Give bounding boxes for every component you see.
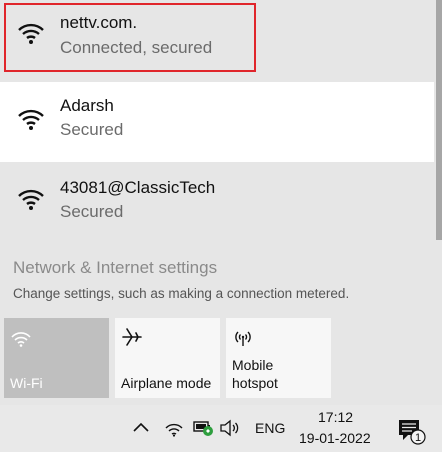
tile-label-line1: Mobile [232,357,274,373]
tile-label: Airplane mode [121,375,212,391]
language-indicator[interactable]: ENG [255,420,285,436]
airplane-mode-tile[interactable]: Airplane mode [115,318,220,398]
airplane-icon [122,328,142,346]
wifi-toggle-tile[interactable]: Wi-Fi [4,318,109,398]
wifi-tray-icon[interactable] [164,419,184,437]
wifi-signal-icon [18,109,44,130]
tile-label: Wi-Fi [10,375,43,391]
network-item-adarsh[interactable]: Adarsh Secured [0,82,434,162]
hotspot-icon [235,331,251,346]
volume-icon[interactable] [219,418,241,438]
network-status: Secured [60,202,124,221]
network-settings-description: Change settings, such as making a connec… [13,286,350,301]
taskbar: ENG 17:12 19-01-2022 1 [0,405,442,452]
mobile-hotspot-tile[interactable]: Mobile hotspot [226,318,331,398]
scrollbar[interactable] [436,0,442,240]
notification-center-icon[interactable]: 1 [396,415,426,445]
wifi-signal-icon [18,23,44,44]
clock-date[interactable]: 19-01-2022 [299,430,371,446]
notification-count: 1 [415,432,421,444]
network-ssid: 43081@ClassicTech [60,178,216,197]
wifi-signal-icon [18,189,44,210]
network-item-classictech[interactable]: 43081@ClassicTech Secured [0,164,434,244]
network-ssid: nettv.com. [60,13,138,32]
wifi-icon [11,332,31,347]
chevron-up-icon[interactable] [131,419,151,435]
network-item-nettv[interactable]: nettv.com. Connected, secured [0,0,434,80]
network-ssid: Adarsh [60,96,114,115]
tile-label: Mobile hotspot [232,356,278,392]
network-settings-link[interactable]: Network & Internet settings [13,258,217,278]
network-flyout: nettv.com. Connected, secured Adarsh Sec… [0,0,442,405]
network-status: Connected, secured [60,38,213,57]
battery-charging-icon[interactable] [193,419,215,437]
network-status: Secured [60,120,124,139]
tile-label-line2: hotspot [232,375,278,391]
clock-time[interactable]: 17:12 [318,409,353,425]
